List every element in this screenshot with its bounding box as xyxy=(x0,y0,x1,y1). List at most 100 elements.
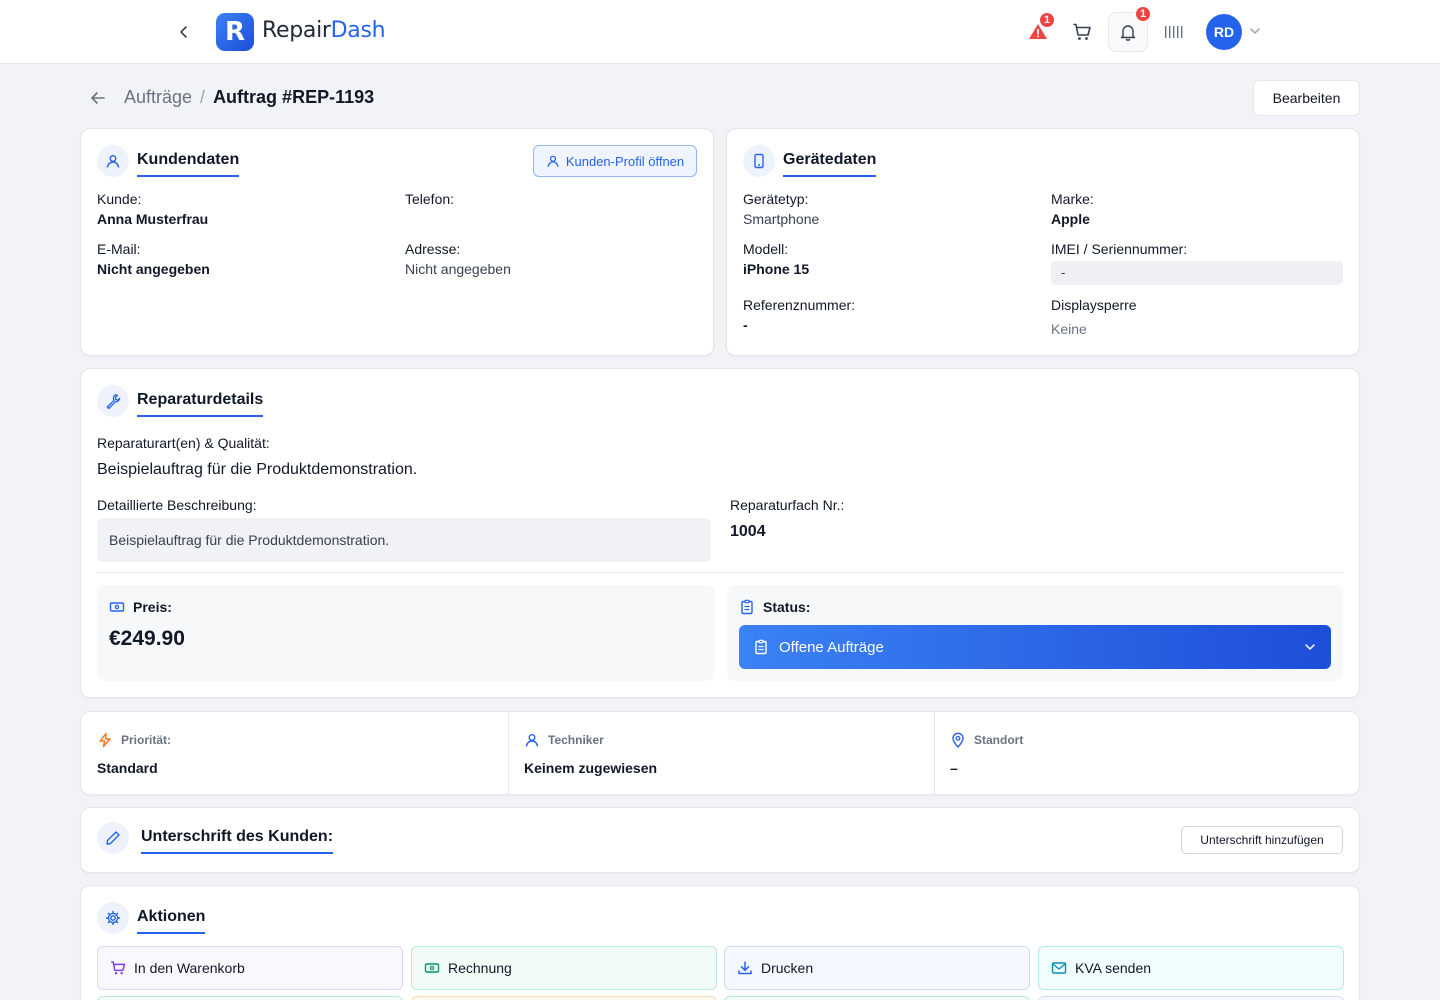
send-kva-button[interactable]: KVA senden xyxy=(1038,946,1344,990)
actions-section-title: Aktionen xyxy=(137,908,206,934)
customer-value: Anna Musterfrau xyxy=(97,211,209,227)
location-cell: Standort – xyxy=(934,712,1361,794)
status-select[interactable]: Offene Aufträge xyxy=(739,625,1331,669)
status-selected-value: Offene Aufträge xyxy=(779,638,884,656)
edit-button[interactable]: Bearbeiten xyxy=(1253,80,1360,116)
display-lock-value: Keine xyxy=(1051,321,1087,337)
repair-section-title: Reparaturdetails xyxy=(137,391,264,417)
address-value: Nicht angegeben xyxy=(405,261,511,277)
clipboard-icon xyxy=(755,639,767,655)
bell-icon xyxy=(1120,25,1136,41)
add-to-cart-label: In den Warenkorb xyxy=(134,960,245,976)
user-avatar[interactable]: RD xyxy=(1206,14,1242,50)
priority-value: Standard xyxy=(97,760,158,776)
imei-value: - xyxy=(1051,261,1343,285)
reference-value: - xyxy=(743,317,748,333)
device-section-title: Gerätedaten xyxy=(783,151,877,177)
clipboard-icon xyxy=(741,599,753,615)
logo-letter: R xyxy=(224,17,246,47)
pen-icon xyxy=(97,822,129,854)
cart-button[interactable] xyxy=(1066,16,1098,48)
print-button[interactable]: Drucken xyxy=(724,946,1030,990)
action-button-partial[interactable] xyxy=(1038,996,1344,1000)
email-label: E-Mail: xyxy=(97,241,141,257)
repair-bin-label: Reparaturfach Nr.: xyxy=(730,497,845,513)
breadcrumb-separator: / xyxy=(200,87,206,107)
print-label: Drucken xyxy=(761,960,814,976)
actions-card: Aktionen In den Warenkorb Rechnung Druck… xyxy=(80,885,1360,1000)
device-section-header: Gerätedaten xyxy=(743,145,877,177)
open-customer-profile-label: Kunden-Profil öffnen xyxy=(565,153,685,169)
alerts-button[interactable]: 1 xyxy=(1022,11,1056,48)
repair-types-value: Beispielauftrag für die Produktdemonstra… xyxy=(97,461,418,478)
actions-section-header: Aktionen xyxy=(97,902,206,934)
notifications-button[interactable]: 1 xyxy=(1108,5,1152,52)
action-button-partial[interactable] xyxy=(97,996,403,1000)
reference-label: Referenznummer: xyxy=(743,297,856,313)
device-brand-value: Apple xyxy=(1051,211,1090,227)
display-lock-label: Displaysperre xyxy=(1051,297,1137,313)
status-label-row: Status: xyxy=(739,599,810,615)
priority-label: Priorität: xyxy=(121,733,172,747)
banknote-icon xyxy=(424,963,440,973)
action-button-partial[interactable] xyxy=(724,996,1030,1000)
phone-label: Telefon: xyxy=(405,191,455,207)
imei-label: IMEI / Seriennummer: xyxy=(1051,241,1188,257)
page-title: Auftrag #REP-1193 xyxy=(213,87,375,107)
customer-section-header: Kundendaten xyxy=(97,145,240,177)
user-icon xyxy=(97,145,129,177)
brand-part2: Dash xyxy=(330,18,386,43)
location-label-row: Standort xyxy=(950,732,1023,748)
smartphone-icon xyxy=(743,145,775,177)
device-type-label: Gerätetyp: xyxy=(743,191,809,207)
notification-count-badge: 1 xyxy=(1134,5,1152,23)
brand-name[interactable]: RepairDash xyxy=(262,18,386,43)
barcode-scanner-button[interactable] xyxy=(1158,16,1190,48)
app-logo[interactable]: R xyxy=(216,13,254,51)
invoice-label: Rechnung xyxy=(448,960,512,976)
open-customer-profile-button[interactable]: Kunden-Profil öffnen xyxy=(533,145,697,177)
send-kva-label: KVA senden xyxy=(1075,960,1152,976)
device-brand-label: Marke: xyxy=(1051,191,1094,207)
technician-label: Techniker xyxy=(548,733,604,747)
gear-icon xyxy=(97,902,129,934)
mail-icon xyxy=(1051,962,1067,974)
priority-label-row: Priorität: xyxy=(97,732,171,748)
repair-types-label: Reparaturart(en) & Qualität: xyxy=(97,435,270,451)
alert-count-badge: 1 xyxy=(1038,11,1056,29)
repair-details-card: Reparaturdetails Reparaturart(en) & Qual… xyxy=(80,368,1360,698)
breadcrumb-orders-link[interactable]: Aufträge xyxy=(124,87,192,108)
location-value: – xyxy=(950,760,958,776)
breadcrumb: Aufträge / Auftrag #REP-1193 xyxy=(124,87,374,108)
description-label: Detaillierte Beschreibung: xyxy=(97,497,257,513)
customer-label: Kunde: xyxy=(97,191,142,207)
cart-icon xyxy=(111,961,126,975)
signature-section-header: Unterschrift des Kunden: xyxy=(97,822,334,854)
status-box: Status: Offene Aufträge xyxy=(727,585,1343,681)
wrench-icon xyxy=(97,385,129,417)
user-icon xyxy=(547,155,559,167)
address-label: Adresse: xyxy=(405,241,461,257)
repair-section-header: Reparaturdetails xyxy=(97,385,264,417)
chevron-left-icon[interactable] xyxy=(172,20,196,44)
add-signature-button[interactable]: Unterschrift hinzufügen xyxy=(1181,826,1343,854)
device-type-value: Smartphone xyxy=(743,211,820,227)
price-value: €249.90 xyxy=(109,627,185,650)
action-button-partial[interactable] xyxy=(411,996,717,1000)
priority-cell: Priorität: Standard xyxy=(81,712,508,794)
chevron-down-icon[interactable] xyxy=(1248,24,1262,43)
signature-card: Unterschrift des Kunden: Unterschrift hi… xyxy=(80,807,1360,873)
chevron-down-icon xyxy=(1305,644,1315,650)
technician-cell: Techniker Keinem zugewiesen xyxy=(508,712,934,794)
price-label: Preis: xyxy=(133,599,172,615)
email-value: Nicht angegeben xyxy=(97,261,210,277)
meta-card: Priorität: Standard Techniker Keinem zug… xyxy=(80,711,1360,795)
add-to-cart-button[interactable]: In den Warenkorb xyxy=(97,946,403,990)
customer-card: Kundendaten Kunden-Profil öffnen Kunde: … xyxy=(80,128,714,356)
cart-icon xyxy=(1073,23,1091,40)
back-arrow-icon[interactable] xyxy=(88,88,108,108)
invoice-button[interactable]: Rechnung xyxy=(411,946,717,990)
lightning-icon xyxy=(99,732,111,748)
location-label: Standort xyxy=(974,733,1024,747)
status-label: Status: xyxy=(763,599,811,615)
